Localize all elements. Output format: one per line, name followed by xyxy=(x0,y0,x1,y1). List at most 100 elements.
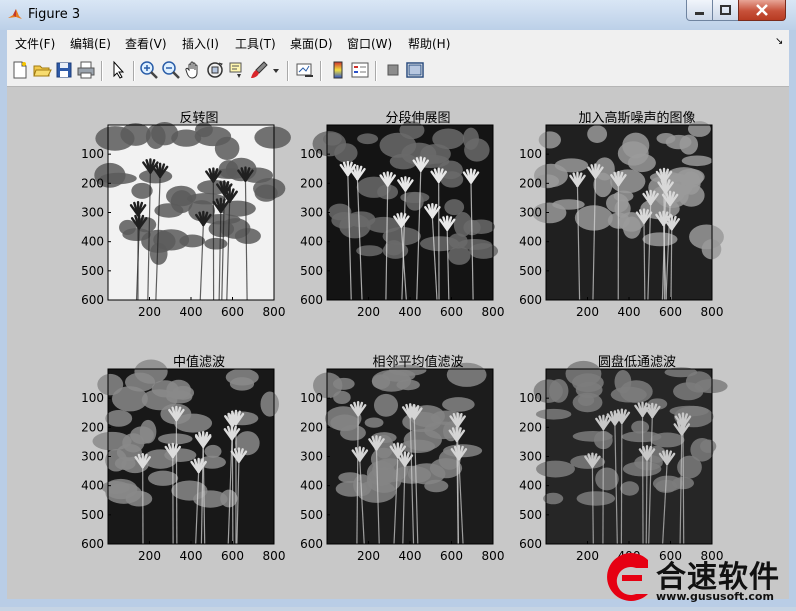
x-tick-label: 200 xyxy=(357,305,380,319)
figure-toolbar xyxy=(7,56,789,87)
brush-dropdown-icon[interactable] xyxy=(271,60,281,80)
y-tick-label: 300 xyxy=(300,206,323,220)
hide-plot-tools-icon[interactable] xyxy=(383,60,403,80)
y-tick-label: 500 xyxy=(300,264,323,278)
pointer-icon[interactable] xyxy=(108,60,128,80)
x-tick-label: 400 xyxy=(399,549,422,563)
x-tick-label: 200 xyxy=(576,305,599,319)
matlab-icon xyxy=(7,7,23,23)
close-button[interactable] xyxy=(738,0,786,21)
y-tick-label: 600 xyxy=(300,293,323,307)
brush-icon[interactable] xyxy=(249,60,269,80)
y-tick-label: 100 xyxy=(81,391,104,405)
toolbar-separator xyxy=(287,61,289,81)
y-tick-label: 600 xyxy=(519,537,542,551)
x-tick-label: 800 xyxy=(482,305,505,319)
x-tick-label: 400 xyxy=(180,305,203,319)
x-tick-label: 600 xyxy=(440,305,463,319)
dock-arrow-icon[interactable]: ↘ xyxy=(775,36,783,47)
y-tick-label: 600 xyxy=(81,537,104,551)
x-tick-label: 200 xyxy=(138,549,161,563)
x-tick-label: 800 xyxy=(482,549,505,563)
menu-tools[interactable]: 工具(T) xyxy=(235,35,276,52)
pan-icon[interactable] xyxy=(183,60,203,80)
subplot-title: 反转图 xyxy=(179,111,218,126)
save-icon[interactable] xyxy=(54,60,74,80)
menu-edit[interactable]: 编辑(E) xyxy=(70,35,111,52)
menu-desktop[interactable]: 桌面(D) xyxy=(290,35,333,52)
minimize-icon xyxy=(687,0,712,20)
x-tick-label: 800 xyxy=(263,549,286,563)
x-tick-label: 600 xyxy=(440,549,463,563)
subplot-1[interactable]: 反转图100200300400500600200400600800 xyxy=(81,111,291,319)
x-tick-label: 800 xyxy=(263,305,286,319)
figure-window: Figure 3 文件(F) 编辑(E) 查看(V) 插入(I) 工具(T) 桌… xyxy=(0,0,796,607)
y-tick-label: 200 xyxy=(81,420,104,434)
y-tick-label: 500 xyxy=(300,508,323,522)
y-tick-label: 400 xyxy=(81,235,104,249)
subplot-5[interactable]: 相邻平均值滤波100200300400500600200400600800 xyxy=(300,354,504,563)
y-tick-label: 300 xyxy=(300,450,323,464)
zoom-in-icon[interactable] xyxy=(139,60,159,80)
link-plot-icon[interactable] xyxy=(295,60,315,80)
y-tick-label: 500 xyxy=(81,508,104,522)
menu-help[interactable]: 帮助(H) xyxy=(408,35,450,52)
title-bar[interactable]: Figure 3 xyxy=(0,0,796,30)
menu-view[interactable]: 查看(V) xyxy=(125,35,167,52)
y-tick-label: 300 xyxy=(81,450,104,464)
open-file-icon[interactable] xyxy=(32,60,52,80)
x-tick-label: 600 xyxy=(221,549,244,563)
y-tick-label: 200 xyxy=(300,176,323,190)
maximize-icon xyxy=(713,0,738,20)
y-tick-label: 100 xyxy=(300,147,323,161)
y-tick-label: 200 xyxy=(519,420,542,434)
y-tick-label: 600 xyxy=(81,293,104,307)
subplot-title: 相邻平均值滤波 xyxy=(372,354,463,370)
menu-insert[interactable]: 插入(I) xyxy=(182,35,219,52)
y-tick-label: 100 xyxy=(81,147,104,161)
zoom-out-icon[interactable] xyxy=(161,60,181,80)
subplot-title: 中值滤波 xyxy=(173,354,225,370)
print-icon[interactable] xyxy=(76,60,96,80)
y-tick-label: 400 xyxy=(519,479,542,493)
menu-bar: 文件(F) 编辑(E) 查看(V) 插入(I) 工具(T) 桌面(D) 窗口(W… xyxy=(7,30,789,57)
x-tick-label: 200 xyxy=(138,305,161,319)
y-tick-label: 100 xyxy=(300,391,323,405)
minimize-button[interactable] xyxy=(686,0,713,21)
y-tick-label: 300 xyxy=(519,450,542,464)
y-tick-label: 300 xyxy=(81,206,104,220)
x-tick-label: 400 xyxy=(399,305,422,319)
x-tick-label: 600 xyxy=(659,305,682,319)
y-tick-label: 500 xyxy=(519,264,542,278)
y-tick-label: 400 xyxy=(300,479,323,493)
rotate-3d-icon[interactable] xyxy=(205,60,225,80)
colorbar-icon[interactable] xyxy=(328,60,348,80)
brand-url: www.gususoft.com xyxy=(656,590,774,603)
show-plot-tools-icon[interactable] xyxy=(405,60,425,80)
maximize-button[interactable] xyxy=(712,0,739,21)
y-tick-label: 100 xyxy=(519,147,542,161)
toolbar-separator xyxy=(133,61,135,81)
menu-window[interactable]: 窗口(W) xyxy=(347,35,392,52)
subplot-2[interactable]: 分段伸展图100200300400500600200400600800 xyxy=(300,111,504,319)
y-tick-label: 100 xyxy=(519,391,542,405)
x-tick-label: 200 xyxy=(357,549,380,563)
close-icon xyxy=(739,0,785,20)
x-tick-label: 400 xyxy=(180,549,203,563)
y-tick-label: 400 xyxy=(81,479,104,493)
data-cursor-icon[interactable] xyxy=(227,60,247,80)
new-figure-icon[interactable] xyxy=(10,60,30,80)
y-tick-label: 500 xyxy=(519,508,542,522)
subplots-svg: 反转图100200300400500600200400600800分段伸展图10… xyxy=(7,87,789,599)
brand-logo-icon xyxy=(596,548,656,607)
toolbar-separator xyxy=(375,61,377,81)
y-tick-label: 400 xyxy=(519,235,542,249)
window-title: Figure 3 xyxy=(28,7,80,22)
watermark-logo: 合速软件 www.gususoft.com xyxy=(596,548,796,607)
subplot-3[interactable]: 加入高斯噪声的图像100200300400500600200400600800 xyxy=(519,110,724,319)
subplot-6[interactable]: 圆盘低通滤波100200300400500600200400600800 xyxy=(519,354,727,563)
legend-icon[interactable] xyxy=(350,60,370,80)
menu-file[interactable]: 文件(F) xyxy=(15,35,55,52)
subplot-4[interactable]: 中值滤波 100 200 300 400 500 600 200 400 600 800 xyxy=(81,354,285,563)
figure-canvas: 反转图100200300400500600200400600800分段伸展图10… xyxy=(7,87,789,599)
